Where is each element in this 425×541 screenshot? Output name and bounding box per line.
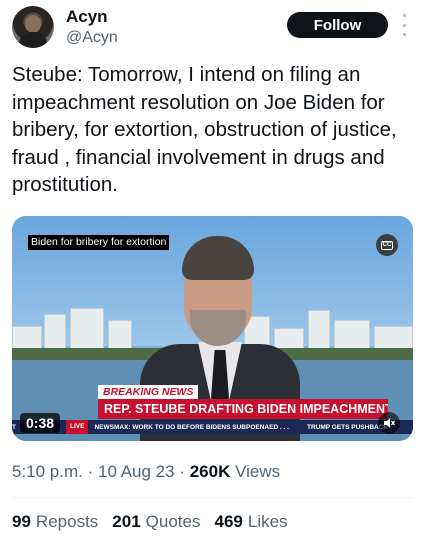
tweet-meta: 5:10 p.m. · 10 Aug 23 · 260K Views [12, 462, 281, 481]
mute-icon[interactable] [378, 412, 400, 434]
more-options-icon[interactable] [400, 14, 408, 36]
avatar-face [25, 15, 41, 33]
ticker-text-2: TRUMP GETS PUSHBACK [306, 423, 389, 431]
tweet-text: Steube: Tomorrow, I intend on filing an … [12, 63, 397, 196]
tweet-time[interactable]: 5:10 p.m. [12, 462, 83, 481]
tweet-header: Acyn @Acyn Follow [12, 6, 413, 52]
avatar[interactable] [12, 6, 54, 48]
reposts-stat[interactable]: 99 Reposts [12, 512, 98, 532]
ticker-text-1: NEWSMAX: WORK TO DO BEFORE BIDENS SUBPOE… [94, 423, 289, 431]
news-headline: REP. STEUBE DRAFTING BIDEN IMPEACHMENT A… [98, 399, 388, 419]
tweet-date[interactable]: 10 Aug 23 [98, 462, 175, 481]
views-count: 260K [189, 462, 231, 481]
quotes-stat[interactable]: 201 Quotes [112, 512, 200, 532]
ticker-live-label: LIVE [65, 420, 89, 434]
tweet-stats: 99 Reposts 201 Quotes 469 Likes [12, 512, 288, 532]
ticker-prefix: T [12, 423, 16, 431]
views-label: Views [235, 462, 281, 481]
video-caption: Biden for bribery for extortion [28, 235, 170, 250]
avatar-body [19, 32, 47, 48]
video-timer: 0:38 [20, 413, 61, 433]
closed-captions-icon[interactable]: CC [376, 234, 398, 256]
author-handle[interactable]: @Acyn [66, 29, 118, 47]
breaking-news-label: BREAKING NEWS [98, 385, 199, 399]
news-ticker: T LIVE NEWSMAX: WORK TO DO BEFORE BIDENS… [12, 420, 413, 434]
video-player[interactable]: Biden for bribery for extortion CC BREAK… [12, 216, 413, 441]
divider [12, 497, 413, 498]
follow-button[interactable]: Follow [287, 12, 388, 38]
likes-stat[interactable]: 469 Likes [214, 512, 287, 532]
author-name[interactable]: Acyn [66, 7, 108, 27]
